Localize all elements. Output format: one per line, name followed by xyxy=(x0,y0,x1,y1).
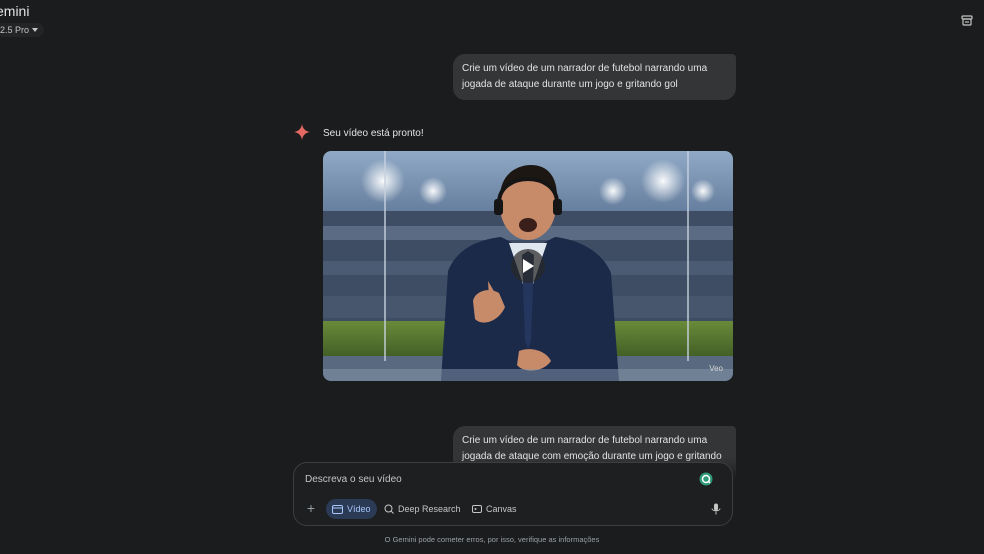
extension-icon[interactable] xyxy=(699,472,713,486)
veo-watermark: Veo xyxy=(709,364,723,373)
deep-research-icon xyxy=(384,504,394,514)
incognito-icon[interactable] xyxy=(960,13,974,27)
video-player[interactable]: Veo xyxy=(323,151,733,381)
gemini-spark-icon xyxy=(294,124,310,140)
add-attachment-button[interactable]: + xyxy=(305,501,317,515)
video-icon xyxy=(332,504,343,514)
user-message: Crie um vídeo de um narrador de futebol … xyxy=(453,54,736,100)
prompt-composer: + Vídeo Deep Research Canvas xyxy=(293,462,733,526)
disclaimer-text: O Gemini pode cometer erros, por isso, v… xyxy=(384,535,600,544)
deep-research-label: Deep Research xyxy=(398,504,461,514)
play-button[interactable] xyxy=(511,249,545,283)
chevron-down-icon xyxy=(32,28,39,32)
assistant-reply: Seu vídeo está pronto! xyxy=(323,128,424,139)
prompt-input[interactable] xyxy=(305,471,685,487)
app-title: emini xyxy=(0,3,30,19)
model-label: 2.5 Pro xyxy=(0,25,30,35)
canvas-icon xyxy=(472,505,482,513)
canvas-button[interactable]: Canvas xyxy=(466,499,523,519)
video-tool-label: Vídeo xyxy=(347,504,371,514)
deep-research-button[interactable]: Deep Research xyxy=(378,499,467,519)
canvas-label: Canvas xyxy=(486,504,517,514)
video-tool-button[interactable]: Vídeo xyxy=(326,499,377,519)
play-icon xyxy=(523,259,534,273)
microphone-icon[interactable] xyxy=(711,503,721,515)
model-selector[interactable]: 2.5 Pro xyxy=(0,23,45,37)
